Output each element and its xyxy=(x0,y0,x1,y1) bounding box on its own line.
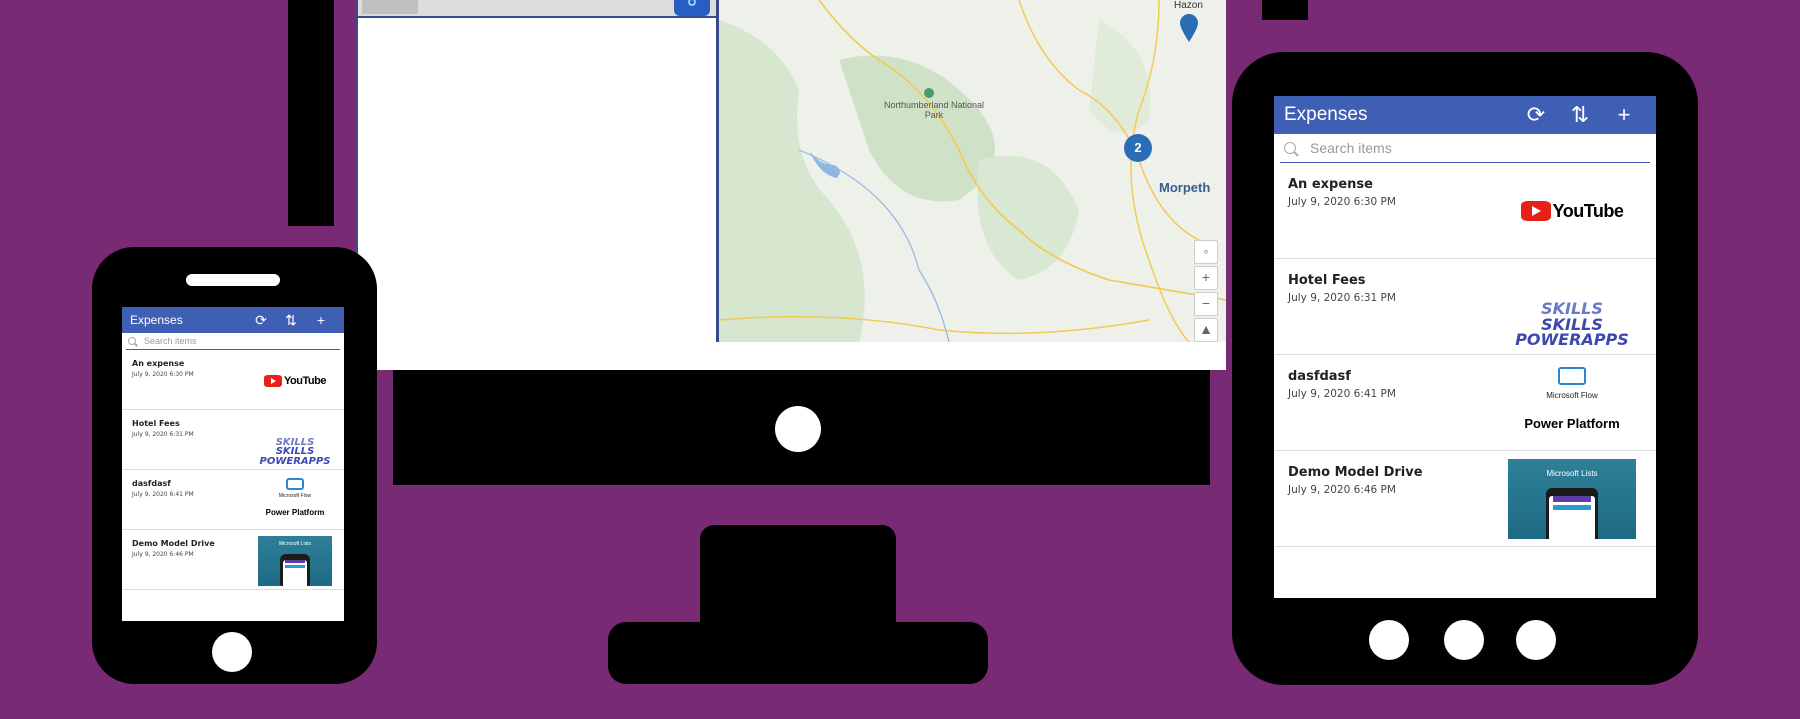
lists-title: Microsoft Lists xyxy=(1546,469,1598,478)
app-title: Expenses xyxy=(1284,104,1368,125)
flow-title: Power Platform xyxy=(265,508,325,517)
youtube-play-icon xyxy=(264,375,283,387)
flow-icon xyxy=(1558,367,1586,385)
lists-thumbnail: Microsoft Lists xyxy=(1508,459,1636,539)
app-header: Expenses ⟳ ⇅ + xyxy=(1274,96,1656,134)
list-item[interactable]: Hotel Fees July 9, 2020 6:31 PM SKILLS SK… xyxy=(122,410,344,470)
expenses-app-phone: Expenses ⟳ ⇅ + Search items An expense J… xyxy=(122,307,344,621)
list-item[interactable]: Demo Model Drive July 9, 2020 6:46 PM Mi… xyxy=(122,530,344,590)
zoom-out-button[interactable]: − xyxy=(1194,292,1218,316)
search-icon xyxy=(1284,142,1296,154)
monitor-frame-left xyxy=(288,0,334,226)
app-header: Expenses ⟳ ⇅ + xyxy=(122,307,344,333)
flow-subtitle: Microsoft Flow xyxy=(1546,391,1598,400)
lists-phone-icon xyxy=(1546,487,1598,539)
lists-title: Microsoft Lists xyxy=(279,541,311,547)
youtube-thumbnail: YouTube xyxy=(258,356,332,406)
lists-phone-icon xyxy=(280,554,310,586)
location-button[interactable] xyxy=(674,0,710,16)
add-icon[interactable]: + xyxy=(1602,102,1646,128)
map-cluster-marker[interactable]: 2 xyxy=(1124,134,1152,162)
youtube-logo-text: YouTube xyxy=(1552,200,1624,221)
list-item[interactable]: dasfdasf July 9, 2020 6:41 PM Microsoft … xyxy=(122,470,344,530)
expenses-app-tablet: Expenses ⟳ ⇅ + Search items An expense J… xyxy=(1274,96,1656,598)
lists-thumbnail: Microsoft Lists xyxy=(258,536,332,586)
tablet-screen: Expenses ⟳ ⇅ + Search items An expense J… xyxy=(1274,96,1656,598)
monitor-bezel xyxy=(356,342,1226,370)
sort-icon[interactable]: ⇅ xyxy=(276,312,306,329)
sort-icon[interactable]: ⇅ xyxy=(1558,102,1602,128)
monitor-screen: Northumberland National Park Morpeth Haz… xyxy=(356,0,1226,342)
zoom-in-button[interactable]: + xyxy=(1194,266,1218,290)
phone-home-button xyxy=(212,632,252,672)
flow-title: Power Platform xyxy=(1524,416,1620,431)
phone-speaker xyxy=(186,274,280,286)
youtube-thumbnail: YouTube xyxy=(1508,171,1636,251)
map-pin-icon[interactable] xyxy=(1178,12,1200,44)
add-icon[interactable]: + xyxy=(306,312,336,328)
monitor-app-panel xyxy=(356,0,719,342)
refresh-icon[interactable]: ⟳ xyxy=(1514,102,1558,128)
place-label: Hazon xyxy=(1174,0,1203,11)
map-view[interactable]: Northumberland National Park Morpeth Haz… xyxy=(719,0,1226,342)
refresh-icon[interactable]: ⟳ xyxy=(246,312,276,329)
street-view-icon[interactable]: ▲ xyxy=(1194,318,1218,342)
list-item[interactable]: An expense July 9, 2020 6:30 PM YouTube xyxy=(1274,163,1656,259)
monitor-power-button xyxy=(775,406,821,452)
tablet-button-2 xyxy=(1444,620,1484,660)
search-input[interactable]: Search items xyxy=(126,333,340,350)
flow-icon xyxy=(286,478,304,490)
powerapps-text: POWERAPPS xyxy=(259,455,331,466)
search-icon xyxy=(128,337,136,345)
skills-thumbnail: SKILLS SKILLS POWERAPPS xyxy=(1508,267,1636,347)
town-label: Morpeth xyxy=(1159,180,1211,195)
list-item[interactable]: dasfdasf July 9, 2020 6:41 PM Microsoft … xyxy=(1274,355,1656,451)
search-placeholder: Search items xyxy=(144,336,197,346)
phone-screen: Expenses ⟳ ⇅ + Search items An expense J… xyxy=(122,307,344,621)
youtube-play-icon xyxy=(1520,201,1551,221)
monitor-stand-base xyxy=(608,622,988,684)
map-canvas xyxy=(719,0,1226,342)
monitor-frame-right xyxy=(1262,0,1308,20)
flow-thumbnail: Microsoft Flow Power Platform xyxy=(258,476,332,526)
park-label: Northumberland National Park xyxy=(883,100,985,120)
map-locate-icon[interactable]: ◦ xyxy=(1194,240,1218,264)
monitor-toolbar-tag xyxy=(362,0,418,14)
flow-thumbnail: Microsoft Flow Power Platform xyxy=(1508,363,1636,443)
list-item[interactable]: Hotel Fees July 9, 2020 6:31 PM SKILLS SK… xyxy=(1274,259,1656,355)
list-item[interactable]: An expense July 9, 2020 6:30 PM YouTube xyxy=(122,350,344,410)
flow-subtitle: Microsoft Flow xyxy=(278,493,312,499)
skills-thumbnail: SKILLS SKILLS POWERAPPS xyxy=(258,416,332,466)
tablet-button-3 xyxy=(1516,620,1556,660)
youtube-logo-text: YouTube xyxy=(284,375,326,387)
location-icon xyxy=(688,0,696,6)
search-placeholder: Search items xyxy=(1310,140,1392,156)
powerapps-text: POWERAPPS xyxy=(1515,329,1629,347)
monitor-stand-neck xyxy=(700,525,896,633)
tablet-button-1 xyxy=(1369,620,1409,660)
app-title: Expenses xyxy=(130,313,183,327)
list-item[interactable]: Demo Model Drive July 9, 2020 6:46 PM Mi… xyxy=(1274,451,1656,547)
monitor-app-toolbar xyxy=(358,0,716,18)
search-input[interactable]: Search items xyxy=(1280,134,1650,163)
